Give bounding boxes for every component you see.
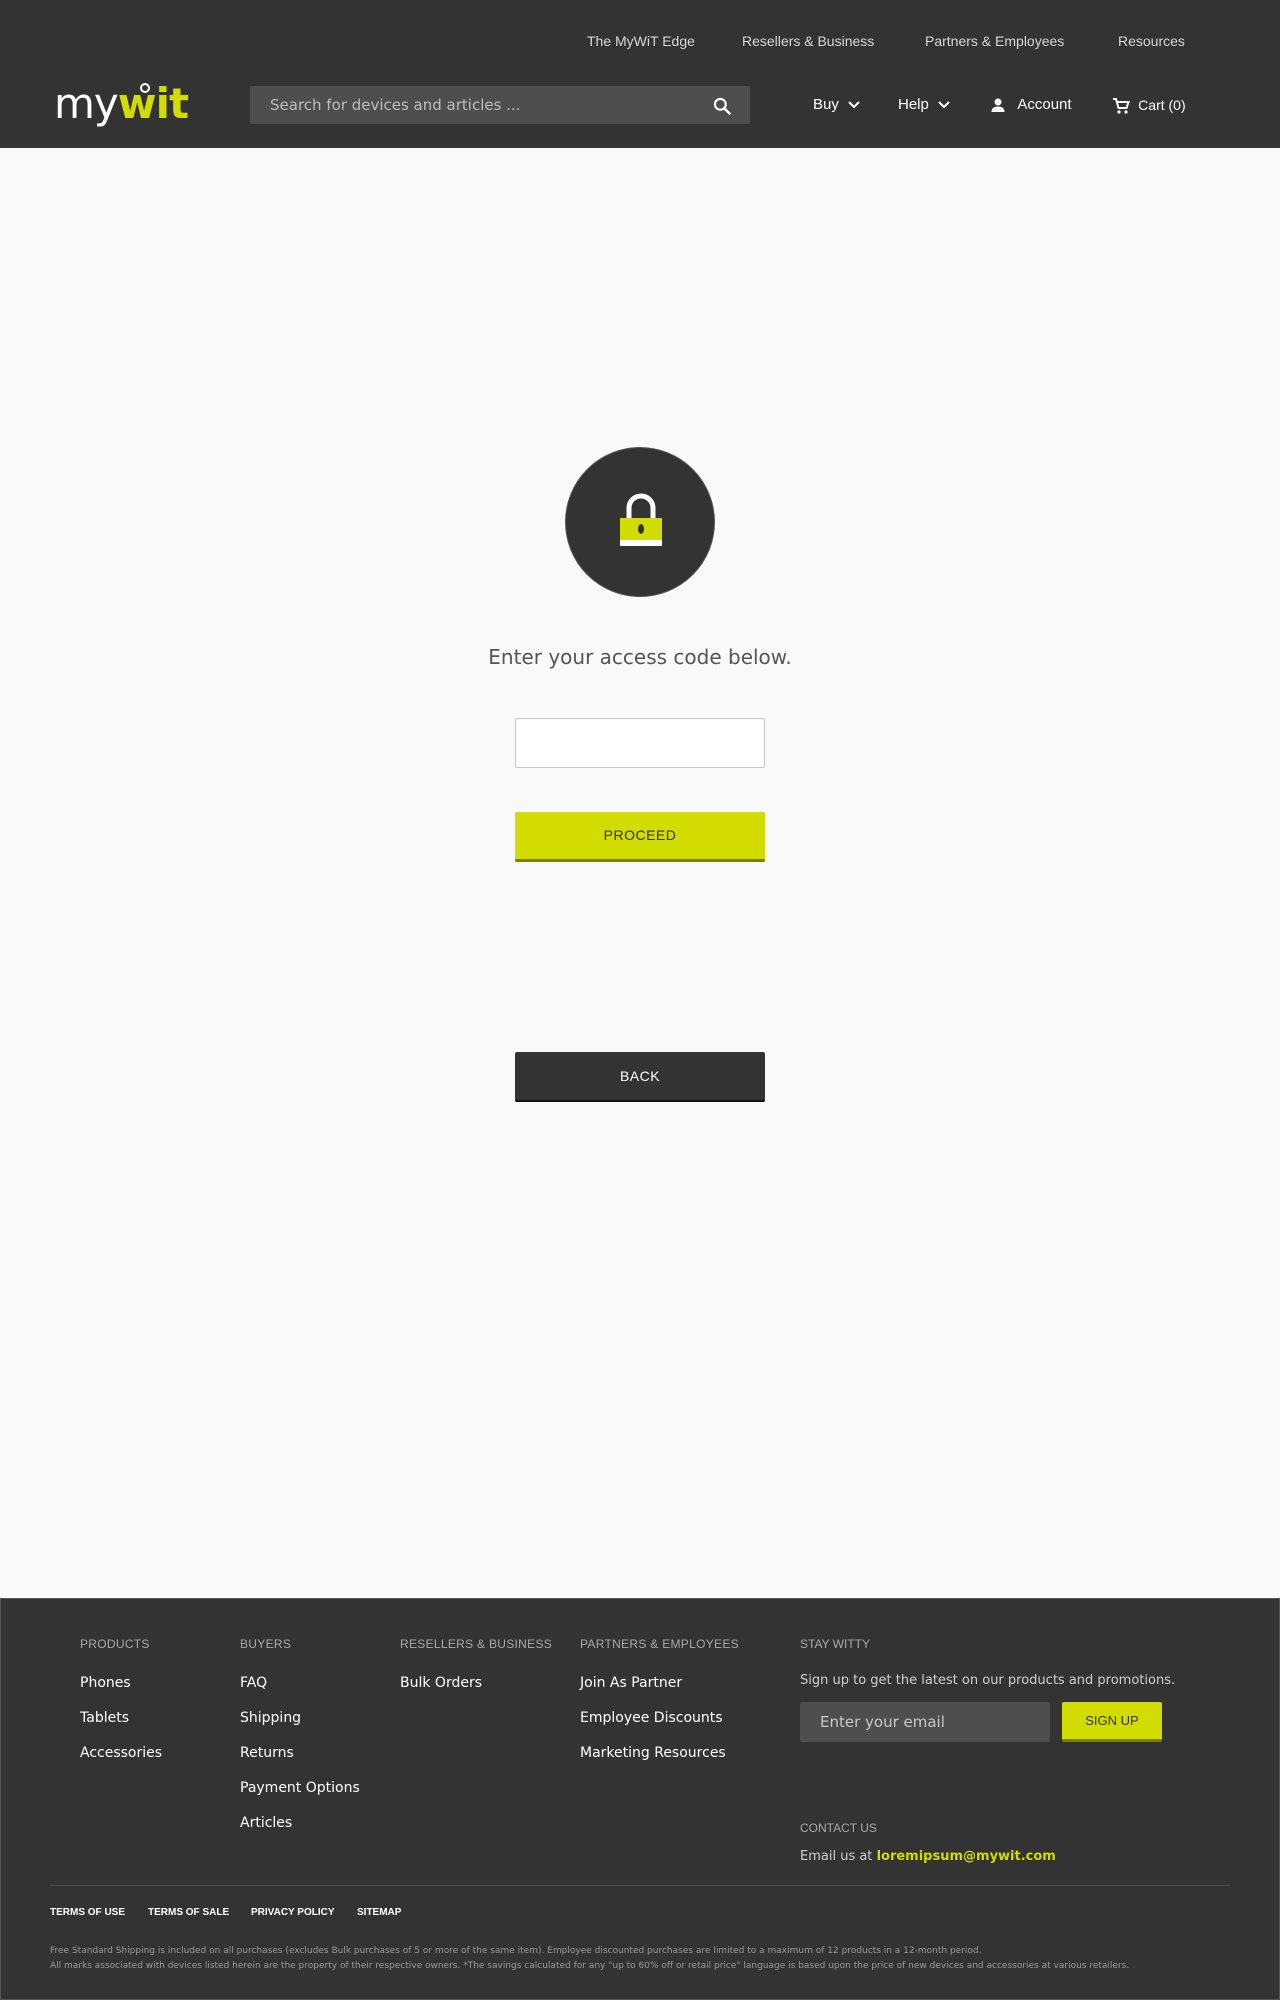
footer-col-buyers: BUYERS FAQ Shipping Returns Payment Opti…: [240, 1637, 360, 1850]
user-icon: [991, 98, 1005, 113]
sitemap-link[interactable]: SITEMAP: [357, 1907, 401, 1918]
top-nav-resellers-business[interactable]: Resellers & Business: [742, 33, 874, 49]
nav-cart[interactable]: Cart (0): [1112, 94, 1186, 116]
footer-col-partners: PARTNERS & EMPLOYEES Join As Partner Emp…: [580, 1637, 739, 1780]
footer-link-payment-options[interactable]: Payment Options: [240, 1780, 360, 1815]
footer-link-marketing-resources[interactable]: Marketing Resources: [580, 1745, 739, 1780]
footer-link-accessories[interactable]: Accessories: [80, 1745, 162, 1780]
mywit-logo[interactable]: mywit: [54, 79, 189, 128]
contact-text: Email us at loremipsum@mywit.com: [800, 1849, 1056, 1864]
search-icon[interactable]: [712, 96, 732, 116]
fine-print-marks: All marks associated with devices listed…: [50, 1961, 1130, 1971]
nav-account[interactable]: Account: [990, 94, 1072, 116]
back-button[interactable]: BACK: [515, 1052, 765, 1102]
access-code-prompt: Enter your access code below.: [488, 645, 792, 669]
footer-heading: PARTNERS & EMPLOYEES: [580, 1637, 739, 1651]
nav-buy-label: Buy: [813, 96, 839, 113]
newsletter-email-input[interactable]: [800, 1702, 1050, 1742]
contact-email-link[interactable]: loremipsum@mywit.com: [877, 1849, 1056, 1864]
footer-link-bulk-orders[interactable]: Bulk Orders: [400, 1675, 552, 1710]
footer-link-faq[interactable]: FAQ: [240, 1675, 360, 1710]
contact-prefix: Email us at: [800, 1849, 873, 1864]
access-code-input[interactable]: [515, 718, 765, 768]
nav-cart-label: Cart (0): [1138, 97, 1186, 113]
footer-heading: PRODUCTS: [80, 1637, 150, 1651]
newsletter-heading: STAY WITTY: [800, 1637, 871, 1651]
logo-dot-icon: [140, 83, 150, 93]
newsletter-signup: STAY WITTY Sign up to get the latest on …: [800, 1637, 1200, 1744]
fine-print: Free Standard Shipping is included on al…: [50, 1944, 1230, 1974]
footer-heading: RESELLERS & BUSINESS: [400, 1637, 553, 1651]
newsletter-form: SIGN UP: [800, 1702, 1200, 1744]
chevron-down-icon: [848, 101, 860, 109]
nav-buy[interactable]: Buy: [813, 94, 861, 116]
footer-link-tablets[interactable]: Tablets: [80, 1710, 162, 1745]
terms-of-sale-link[interactable]: TERMS OF SALE: [148, 1907, 229, 1918]
chevron-down-icon: [938, 101, 950, 109]
footer-link-returns[interactable]: Returns: [240, 1745, 360, 1780]
top-nav-mywit-edge[interactable]: The MyWiT Edge: [587, 33, 695, 49]
footer-heading: BUYERS: [240, 1637, 292, 1651]
logo-my: my: [54, 79, 119, 128]
footer-col-products: PRODUCTS Phones Tablets Accessories: [80, 1637, 162, 1780]
footer-link-shipping[interactable]: Shipping: [240, 1710, 360, 1745]
search-bar: [250, 86, 750, 124]
contact-heading: CONTACT US: [800, 1821, 877, 1835]
footer-col-resellers: RESELLERS & BUSINESS Bulk Orders: [400, 1637, 552, 1710]
terms-of-use-link[interactable]: TERMS OF USE: [50, 1907, 125, 1918]
contact-us: CONTACT US Email us at loremipsum@mywit.…: [800, 1821, 1056, 1864]
newsletter-text: Sign up to get the latest on our product…: [800, 1673, 1176, 1688]
footer-link-employee-discounts[interactable]: Employee Discounts: [580, 1710, 739, 1745]
nav-account-label: Account: [1017, 96, 1072, 113]
cart-icon: [1113, 98, 1130, 114]
site-header: The MyWiT Edge Resellers & Business Part…: [0, 0, 1280, 148]
logo-wit: wit: [117, 79, 189, 128]
nav-help[interactable]: Help: [898, 94, 951, 116]
privacy-policy-link[interactable]: PRIVACY POLICY: [251, 1907, 335, 1918]
site-footer: PRODUCTS Phones Tablets Accessories BUYE…: [0, 1598, 1280, 2000]
footer-link-join-as-partner[interactable]: Join As Partner: [580, 1675, 739, 1710]
footer-divider: [50, 1885, 1230, 1886]
search-input[interactable]: [250, 86, 700, 124]
proceed-button[interactable]: PROCEED: [515, 812, 765, 862]
top-nav-resources[interactable]: Resources: [1118, 33, 1185, 49]
footer-link-phones[interactable]: Phones: [80, 1675, 162, 1710]
signup-button[interactable]: SIGN UP: [1062, 1702, 1162, 1742]
lock-icon: [620, 493, 662, 546]
lock-badge: [565, 447, 715, 597]
fine-print-shipping: Free Standard Shipping is included on al…: [50, 1946, 982, 1956]
nav-help-label: Help: [898, 96, 929, 113]
top-nav-partners-employees[interactable]: Partners & Employees: [925, 33, 1064, 49]
footer-link-articles[interactable]: Articles: [240, 1815, 360, 1850]
